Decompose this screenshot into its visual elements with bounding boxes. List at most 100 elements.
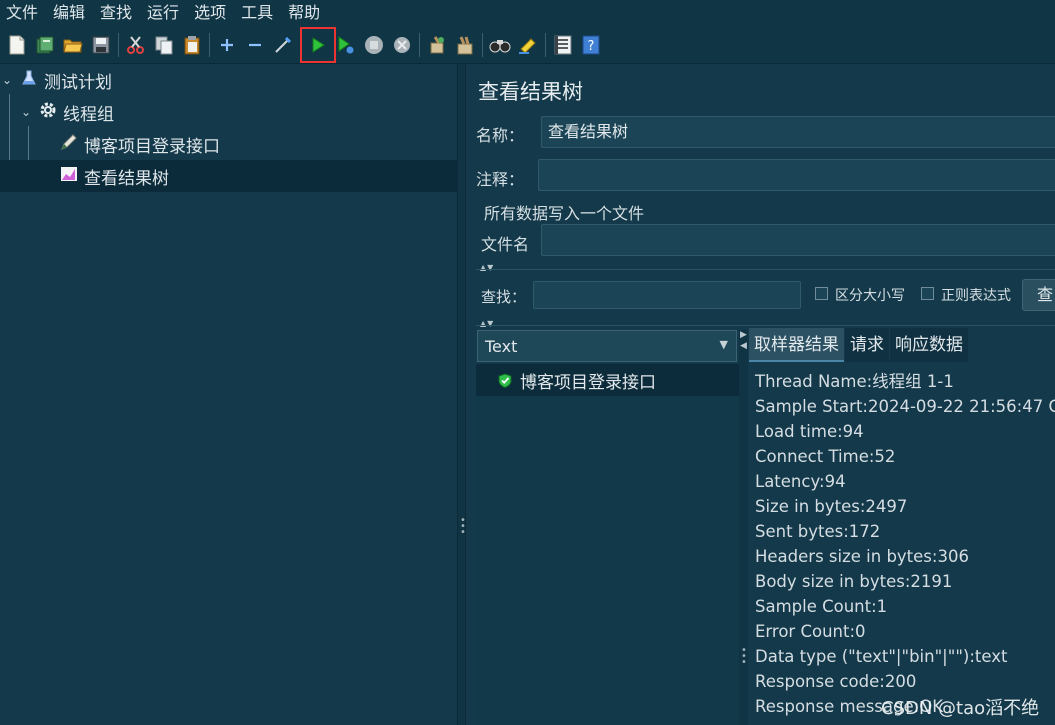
- toolbar-separator: [209, 32, 210, 57]
- tree-item-thread-group[interactable]: ⌄ 线程组: [0, 96, 457, 128]
- case-sensitive-checkbox[interactable]: [815, 287, 828, 300]
- expand-arrow-icon[interactable]: ▶ ◀: [740, 330, 747, 352]
- svg-text:?: ?: [588, 39, 595, 54]
- result-line: Thread Name:线程组 1-1: [755, 372, 954, 391]
- result-line: Sample Count:1: [755, 597, 888, 616]
- search-icon[interactable]: [489, 34, 511, 56]
- section-divider: [476, 325, 1055, 326]
- tab-response-data[interactable]: 响应数据: [890, 328, 968, 362]
- menu-edit[interactable]: 编辑: [53, 0, 85, 26]
- success-shield-icon: [498, 372, 512, 388]
- chevron-down-icon: ▼: [719, 338, 728, 351]
- toolbar-separator: [545, 32, 546, 57]
- write-to-file-section-title: 所有数据写入一个文件: [484, 204, 645, 223]
- watermark: CSDN @tao滔不绝: [881, 698, 1040, 719]
- section-divider: [476, 269, 1055, 270]
- result-line: Load time:94: [755, 422, 864, 441]
- view-results-tree-panel: 查看结果树 名称： 查看结果树 注释： 所有数据写入一个文件 文件名 ▲▼ 查找…: [466, 64, 1055, 725]
- pen-icon: [58, 133, 80, 155]
- function-helper-icon[interactable]: [552, 34, 574, 56]
- name-input[interactable]: 查看结果树: [541, 116, 1055, 148]
- toolbar-separator: [118, 32, 119, 57]
- comment-label: 注释：: [476, 170, 525, 189]
- cut-icon[interactable]: [125, 34, 147, 56]
- new-icon[interactable]: [6, 34, 28, 56]
- menu-help[interactable]: 帮助: [288, 0, 320, 26]
- collapse-icon[interactable]: [244, 34, 266, 56]
- paste-icon[interactable]: [181, 34, 203, 56]
- result-line: Error Count:0: [755, 622, 866, 641]
- result-line: Size in bytes:2497: [755, 497, 908, 516]
- chart-icon: [58, 166, 80, 186]
- collapse-arrows[interactable]: ▲▼: [480, 263, 494, 272]
- templates-icon[interactable]: [34, 34, 56, 56]
- regex-checkbox[interactable]: [921, 287, 934, 300]
- start-icon[interactable]: [300, 26, 336, 63]
- reset-search-icon[interactable]: [517, 34, 539, 56]
- toggle-icon[interactable]: [272, 34, 294, 56]
- result-line: Connect Time:52: [755, 447, 896, 466]
- renderer-selected-value: Text: [485, 336, 518, 356]
- tree-item-label: 测试计划: [44, 72, 112, 93]
- menu-search[interactable]: 查找: [100, 0, 132, 26]
- result-tabs: 取样器结果 请求 响应数据: [749, 328, 969, 362]
- tree-item-http-sampler[interactable]: 博客项目登录接口: [0, 128, 457, 160]
- splitter-grip: • • •: [741, 645, 747, 668]
- result-line: Body size in bytes:2191: [755, 572, 953, 591]
- toolbar-separator: [419, 32, 420, 57]
- help-icon[interactable]: ?: [580, 34, 602, 56]
- chevron-down-icon[interactable]: ⌄: [21, 105, 37, 119]
- test-plan-tree: ⌄ 测试计划 ⌄ 线程组 博客项目登录接口 查看结果树: [0, 64, 457, 725]
- tree-item-test-plan[interactable]: ⌄ 测试计划: [0, 64, 457, 96]
- stop-icon[interactable]: [363, 34, 385, 56]
- start-no-pause-icon[interactable]: [335, 34, 357, 56]
- menu-run[interactable]: 运行: [147, 0, 179, 26]
- search-input[interactable]: [533, 281, 801, 309]
- chevron-down-icon[interactable]: ⌄: [2, 73, 18, 87]
- collapse-arrows[interactable]: ▲▼: [480, 319, 494, 328]
- gear-icon: [37, 101, 59, 123]
- tree-item-label: 查看结果树: [84, 168, 169, 189]
- list-item[interactable]: 博客项目登录接口: [476, 364, 739, 396]
- search-button[interactable]: 查: [1022, 279, 1055, 311]
- sampler-result-text: Thread Name:线程组 1-1 Sample Start:2024-09…: [755, 369, 1055, 719]
- name-label: 名称：: [476, 126, 525, 145]
- menu-tools[interactable]: 工具: [241, 0, 273, 26]
- case-sensitive-label: 区分大小写: [835, 288, 905, 304]
- tab-sampler-result[interactable]: 取样器结果: [749, 328, 844, 362]
- copy-icon[interactable]: [153, 34, 175, 56]
- filename-label: 文件名: [481, 235, 530, 254]
- regex-label: 正则表达式: [941, 288, 1011, 304]
- filename-input[interactable]: [541, 224, 1055, 256]
- flask-icon: [18, 70, 40, 90]
- main-splitter[interactable]: • • •: [457, 64, 466, 725]
- results-splitter[interactable]: ▶ ◀ • • •: [739, 330, 748, 725]
- result-line: Sample Start:2024-09-22 21:56:47 CST: [755, 397, 1055, 416]
- page-title: 查看结果树: [478, 80, 583, 104]
- toolbar-separator: [482, 32, 483, 57]
- comment-input[interactable]: [538, 159, 1055, 191]
- menu-bar: 文件 编辑 查找 运行 选项 工具 帮助: [0, 0, 1055, 26]
- result-line: Latency:94: [755, 472, 846, 491]
- search-label: 查找：: [481, 288, 527, 306]
- expand-icon[interactable]: [216, 34, 238, 56]
- tree-item-view-results-tree[interactable]: 查看结果树: [0, 160, 457, 192]
- clear-all-icon[interactable]: [454, 34, 476, 56]
- renderer-select[interactable]: Text ▼: [477, 330, 737, 362]
- tab-request[interactable]: 请求: [845, 328, 889, 362]
- result-line: Headers size in bytes:306: [755, 547, 969, 566]
- sample-results-list: 博客项目登录接口: [476, 364, 739, 725]
- tree-item-label: 博客项目登录接口: [84, 136, 220, 157]
- menu-file[interactable]: 文件: [6, 0, 38, 26]
- save-icon[interactable]: [90, 34, 112, 56]
- menu-options[interactable]: 选项: [194, 0, 226, 26]
- shutdown-icon[interactable]: [391, 34, 413, 56]
- list-item-label: 博客项目登录接口: [520, 372, 656, 393]
- tree-item-label: 线程组: [63, 104, 114, 125]
- open-icon[interactable]: [62, 34, 84, 56]
- result-line: Data type ("text"|"bin"|""):text: [755, 647, 1008, 666]
- toolbar-separator: [300, 32, 301, 57]
- result-line: Sent bytes:172: [755, 522, 881, 541]
- toolbar: ?: [0, 26, 1055, 64]
- clear-icon[interactable]: [426, 34, 448, 56]
